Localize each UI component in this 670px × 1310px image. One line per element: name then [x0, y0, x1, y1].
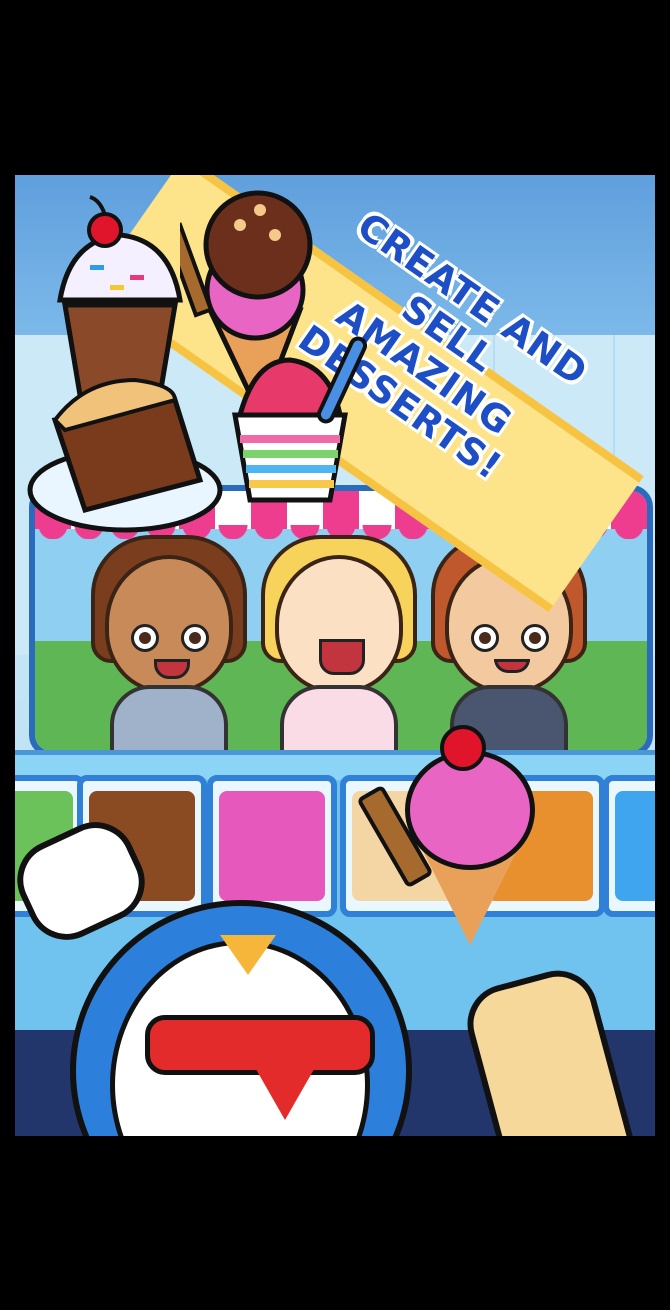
- cherry-icon: [440, 725, 486, 771]
- shaved-ice-cup-icon: [232, 336, 368, 503]
- game-promo-scene: CREATE AND SELL AMAZING DESSERTS!: [15, 175, 655, 1136]
- flavor-bin-strawberry: [207, 775, 337, 917]
- customer-blonde-hair: [255, 535, 417, 763]
- customer-brown-hair: [85, 535, 247, 763]
- penguin-beak: [220, 935, 276, 975]
- brownie-icon: [27, 377, 223, 533]
- flavor-bin-blueberry: [603, 775, 655, 917]
